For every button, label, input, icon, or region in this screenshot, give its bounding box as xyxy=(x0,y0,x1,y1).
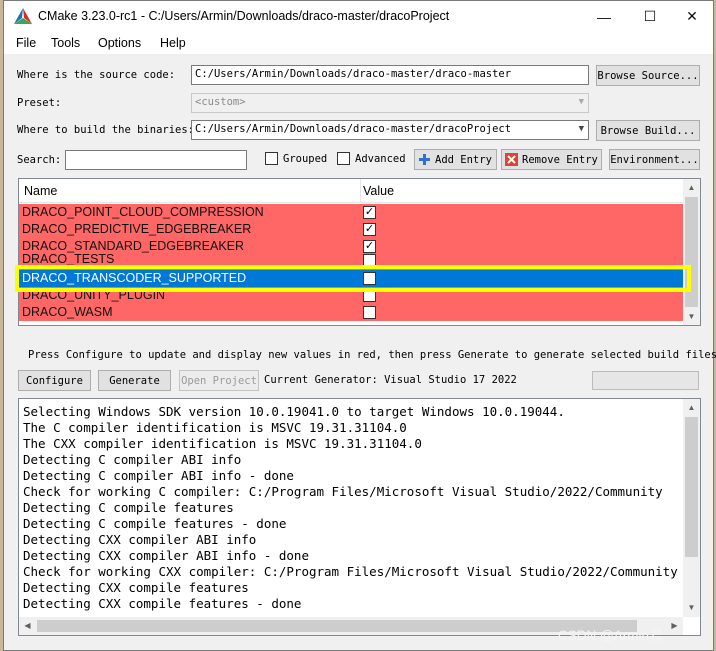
environment-button[interactable]: Environment... xyxy=(609,149,700,170)
output-vertical-scrollbar[interactable]: ▲ ▼ xyxy=(683,399,700,617)
preset-label: Preset: xyxy=(17,97,62,109)
search-label: Search: xyxy=(17,154,62,166)
cmake-logo-icon xyxy=(14,8,32,24)
add-entry-button[interactable]: Add Entry xyxy=(414,149,497,170)
output-line: Detecting CXX compiler ABI info xyxy=(23,532,257,547)
build-path-value: C:/Users/Armin/Downloads/draco-master/dr… xyxy=(195,123,512,135)
output-log: Selecting Windows SDK version 10.0.19041… xyxy=(18,398,701,636)
scroll-down-icon[interactable]: ▼ xyxy=(683,599,700,616)
search-input[interactable] xyxy=(65,150,247,170)
remove-entry-label: Remove Entry xyxy=(522,153,598,166)
scroll-down-icon[interactable]: ▼ xyxy=(683,308,700,325)
value-checkbox[interactable]: ✓ xyxy=(363,240,376,253)
table-vertical-scrollbar[interactable]: ▲ ▼ xyxy=(683,179,700,325)
open-project-button: Open Project xyxy=(179,370,259,391)
advanced-label: Advanced xyxy=(355,153,406,165)
scroll-up-icon[interactable]: ▲ xyxy=(683,179,700,196)
browse-source-button[interactable]: Browse Source... xyxy=(596,65,700,86)
scroll-thumb[interactable] xyxy=(685,417,698,557)
column-value-header[interactable]: Value xyxy=(363,184,394,198)
output-line: Detecting C compile features - done xyxy=(23,516,287,531)
output-line: Detecting C compiler ABI info xyxy=(23,452,242,467)
menu-tools[interactable]: Tools xyxy=(51,36,80,50)
current-generator: Current Generator: Visual Studio 17 2022 xyxy=(264,374,517,386)
menu-help[interactable]: Help xyxy=(160,36,186,50)
value-checkbox[interactable]: ✓ xyxy=(363,206,376,219)
add-entry-label: Add Entry xyxy=(435,153,492,166)
value-checkbox[interactable] xyxy=(363,306,376,319)
scroll-up-icon[interactable]: ▲ xyxy=(683,399,700,416)
output-line: Check for working CXX compiler: C:/Progr… xyxy=(23,564,678,579)
output-line: Detecting CXX compile features xyxy=(23,580,249,595)
preset-combo: <custom> ▼ xyxy=(191,93,589,113)
preset-value: <custom> xyxy=(195,96,246,108)
output-line: Detecting C compiler ABI info - done xyxy=(23,468,294,483)
minimize-button[interactable]: — xyxy=(581,1,627,32)
cmake-window: CMake 3.23.0-rc1 - C:/Users/Armin/Downlo… xyxy=(3,0,716,651)
output-line: Detecting C compile features xyxy=(23,500,234,515)
window-title: CMake 3.23.0-rc1 - C:/Users/Armin/Downlo… xyxy=(38,9,450,23)
configure-button[interactable]: Configure xyxy=(18,370,91,391)
column-name-header[interactable]: Name xyxy=(24,184,57,198)
output-line: Check for working C compiler: C:/Program… xyxy=(23,484,663,499)
close-button[interactable]: ✕ xyxy=(669,1,715,32)
title-bar[interactable]: CMake 3.23.0-rc1 - C:/Users/Armin/Downlo… xyxy=(4,1,713,32)
build-path-combo[interactable]: C:/Users/Armin/Downloads/draco-master/dr… xyxy=(191,120,589,140)
watermark: CSDN @Armin君 xyxy=(558,628,663,643)
table-row[interactable]: DRACO_POINT_CLOUD_COMPRESSION ✓ xyxy=(19,204,683,221)
menu-options[interactable]: Options xyxy=(98,36,141,50)
cache-table: Name Value DRACO_POINT_CLOUD_COMPRESSION… xyxy=(18,178,701,326)
output-line: The CXX compiler identification is MSVC … xyxy=(23,436,422,451)
source-path-field[interactable]: C:/Users/Armin/Downloads/draco-master/dr… xyxy=(191,65,589,85)
cache-entry-name: DRACO_TESTS xyxy=(22,252,115,266)
grouped-label: Grouped xyxy=(283,153,328,165)
grouped-checkbox[interactable] xyxy=(265,152,278,165)
remove-entry-button[interactable]: Remove Entry xyxy=(501,149,602,170)
generate-button[interactable]: Generate xyxy=(98,370,171,391)
output-line: Detecting CXX compiler ABI info - done xyxy=(23,548,309,563)
progress-bar xyxy=(592,371,699,390)
cache-entry-name: DRACO_WASM xyxy=(22,305,113,319)
table-header: Name Value xyxy=(19,179,683,203)
add-icon xyxy=(419,154,430,165)
advanced-checkbox[interactable] xyxy=(337,152,350,165)
table-row[interactable]: DRACO_WASM xyxy=(19,304,683,321)
table-row[interactable]: DRACO_PREDICTIVE_EDGEBREAKER ✓ xyxy=(19,221,683,238)
value-checkbox[interactable]: ✓ xyxy=(363,223,376,236)
build-label: Where to build the binaries: xyxy=(17,124,195,136)
scroll-left-icon[interactable]: ◀ xyxy=(19,617,36,634)
configure-hint: Press Configure to update and display ne… xyxy=(28,349,716,361)
maximize-button[interactable]: ☐ xyxy=(627,1,673,32)
column-separator xyxy=(360,179,361,203)
remove-icon xyxy=(505,153,518,166)
chevron-down-icon[interactable]: ▼ xyxy=(579,124,584,134)
source-path-value: C:/Users/Armin/Downloads/draco-master/dr… xyxy=(195,68,512,80)
chevron-down-icon: ▼ xyxy=(578,97,584,107)
scroll-right-icon[interactable]: ▶ xyxy=(666,617,683,634)
output-line: Selecting Windows SDK version 10.0.19041… xyxy=(23,404,565,419)
selection-highlight-box xyxy=(15,265,691,292)
browse-build-button[interactable]: Browse Build... xyxy=(596,120,700,141)
table-row[interactable]: DRACO_STANDARD_EDGEBREAKER ✓ xyxy=(19,238,683,255)
cache-entry-name: DRACO_STANDARD_EDGEBREAKER xyxy=(22,239,245,253)
output-line: Detecting CXX compile features - done xyxy=(23,596,302,611)
source-label: Where is the source code: xyxy=(17,69,176,81)
menu-file[interactable]: File xyxy=(16,36,36,50)
menu-bar: File Tools Options Help xyxy=(4,32,713,54)
output-line: The C compiler identification is MSVC 19… xyxy=(23,420,407,435)
cache-entry-name: DRACO_PREDICTIVE_EDGEBREAKER xyxy=(22,222,252,236)
output-lines: Selecting Windows SDK version 10.0.19041… xyxy=(23,404,683,612)
cache-entry-name: DRACO_POINT_CLOUD_COMPRESSION xyxy=(22,205,264,219)
scroll-thumb[interactable] xyxy=(37,620,637,632)
